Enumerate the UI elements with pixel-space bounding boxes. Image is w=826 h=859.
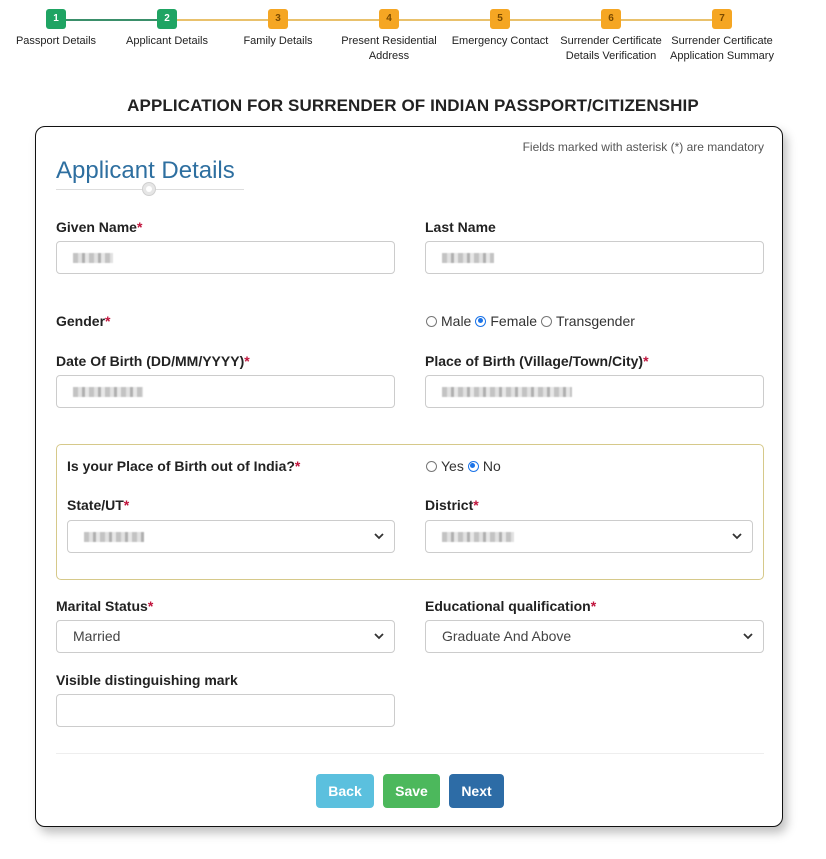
gender-label: Gender* (56, 313, 111, 329)
birth-outside-india-label: Is your Place of Birth out of India?* (67, 458, 301, 474)
step-number: 7 (712, 9, 732, 29)
last-name-label: Last Name (425, 219, 496, 235)
next-button[interactable]: Next (449, 774, 504, 808)
redacted-value (73, 387, 143, 397)
mandatory-note: Fields marked with asterisk (*) are mand… (522, 140, 764, 154)
education-value: Graduate And Above (442, 628, 572, 644)
back-button[interactable]: Back (316, 774, 374, 808)
step-present-address[interactable]: 4 Present Residential Address (333, 9, 445, 64)
birth-outside-yes-radio[interactable] (426, 460, 437, 472)
birth-outside-no-label[interactable]: No (483, 458, 501, 474)
gender-transgender-radio[interactable] (541, 315, 553, 327)
step-label-line2: Application Summary (670, 50, 774, 62)
step-label: Family Details (243, 35, 313, 47)
section-title: Applicant Details (56, 157, 235, 184)
gender-female-label[interactable]: Female (490, 313, 537, 329)
step-number: 6 (601, 9, 621, 29)
step-label-line2: Details Verification (565, 50, 657, 62)
chevron-down-icon (732, 521, 742, 553)
state-label: State/UT* (67, 497, 130, 513)
step-number: 4 (379, 9, 399, 29)
state-select[interactable] (67, 520, 395, 553)
gender-transgender-label[interactable]: Transgender (556, 313, 635, 329)
gender-radio-group: Male Female Transgender (426, 313, 639, 329)
step-label: Emergency Contact (451, 35, 549, 47)
step-details-verification[interactable]: 6 Surrender Certificate Details Verificat… (555, 9, 667, 64)
step-number: 2 (157, 9, 177, 29)
marital-status-label: Marital Status* (56, 598, 154, 614)
form-divider (56, 753, 764, 754)
save-button[interactable]: Save (383, 774, 440, 808)
redacted-value (442, 253, 494, 263)
birth-outside-no-radio[interactable] (467, 460, 479, 472)
step-applicant-details[interactable]: 2 Applicant Details (111, 9, 223, 49)
step-label: Surrender Certificate (671, 35, 773, 47)
redacted-value (442, 532, 514, 542)
gender-male-radio[interactable] (426, 315, 437, 327)
distinguishing-mark-input[interactable] (56, 694, 395, 727)
step-label: Passport Details (15, 35, 97, 47)
given-name-label: Given Name* (56, 219, 143, 235)
page-title: APPLICATION FOR SURRENDER OF INDIAN PASS… (127, 96, 699, 115)
birth-outside-india-radio-group: Yes No (426, 458, 505, 474)
step-number: 1 (46, 9, 66, 29)
education-select[interactable]: Graduate And Above (425, 620, 764, 653)
step-label: Present Residential (341, 35, 437, 47)
district-select[interactable] (425, 520, 753, 553)
step-number: 5 (490, 9, 510, 29)
step-family-details[interactable]: 3 Family Details (222, 9, 334, 49)
step-application-summary[interactable]: 7 Surrender Certificate Application Summa… (666, 9, 778, 64)
step-passport-details[interactable]: 1 Passport Details (0, 9, 112, 49)
applicant-details-form: Fields marked with asterisk (*) are mand… (35, 126, 783, 827)
dob-input[interactable] (56, 375, 395, 408)
distinguishing-mark-label: Visible distinguishing mark (56, 672, 238, 688)
place-of-birth-label: Place of Birth (Village/Town/City)* (425, 353, 649, 369)
last-name-input[interactable] (425, 241, 764, 274)
redacted-value (73, 253, 113, 263)
birth-location-panel: Is your Place of Birth out of India?* Ye… (56, 444, 764, 580)
chevron-down-icon (374, 621, 384, 653)
chevron-down-icon (743, 621, 753, 653)
given-name-input[interactable] (56, 241, 395, 274)
gender-male-label[interactable]: Male (441, 313, 471, 329)
progress-stepper: 1 Passport Details 2 Applicant Details 3… (0, 9, 826, 69)
marital-status-select[interactable]: Married (56, 620, 395, 653)
step-label: Surrender Certificate (560, 35, 662, 47)
birth-outside-yes-label[interactable]: Yes (441, 458, 464, 474)
chevron-down-icon (374, 521, 384, 553)
redacted-value (84, 532, 144, 542)
place-of-birth-input[interactable] (425, 375, 764, 408)
step-label-line2: Address (368, 50, 410, 62)
ornament-icon (142, 182, 156, 196)
redacted-value (442, 387, 572, 397)
step-emergency-contact[interactable]: 5 Emergency Contact (444, 9, 556, 49)
step-label: Applicant Details (126, 35, 208, 47)
district-label: District* (425, 497, 479, 513)
marital-status-value: Married (73, 628, 121, 644)
gender-female-radio[interactable] (475, 315, 487, 327)
education-label: Educational qualification* (425, 598, 597, 614)
step-number: 3 (268, 9, 288, 29)
dob-label: Date Of Birth (DD/MM/YYYY)* (56, 353, 250, 369)
